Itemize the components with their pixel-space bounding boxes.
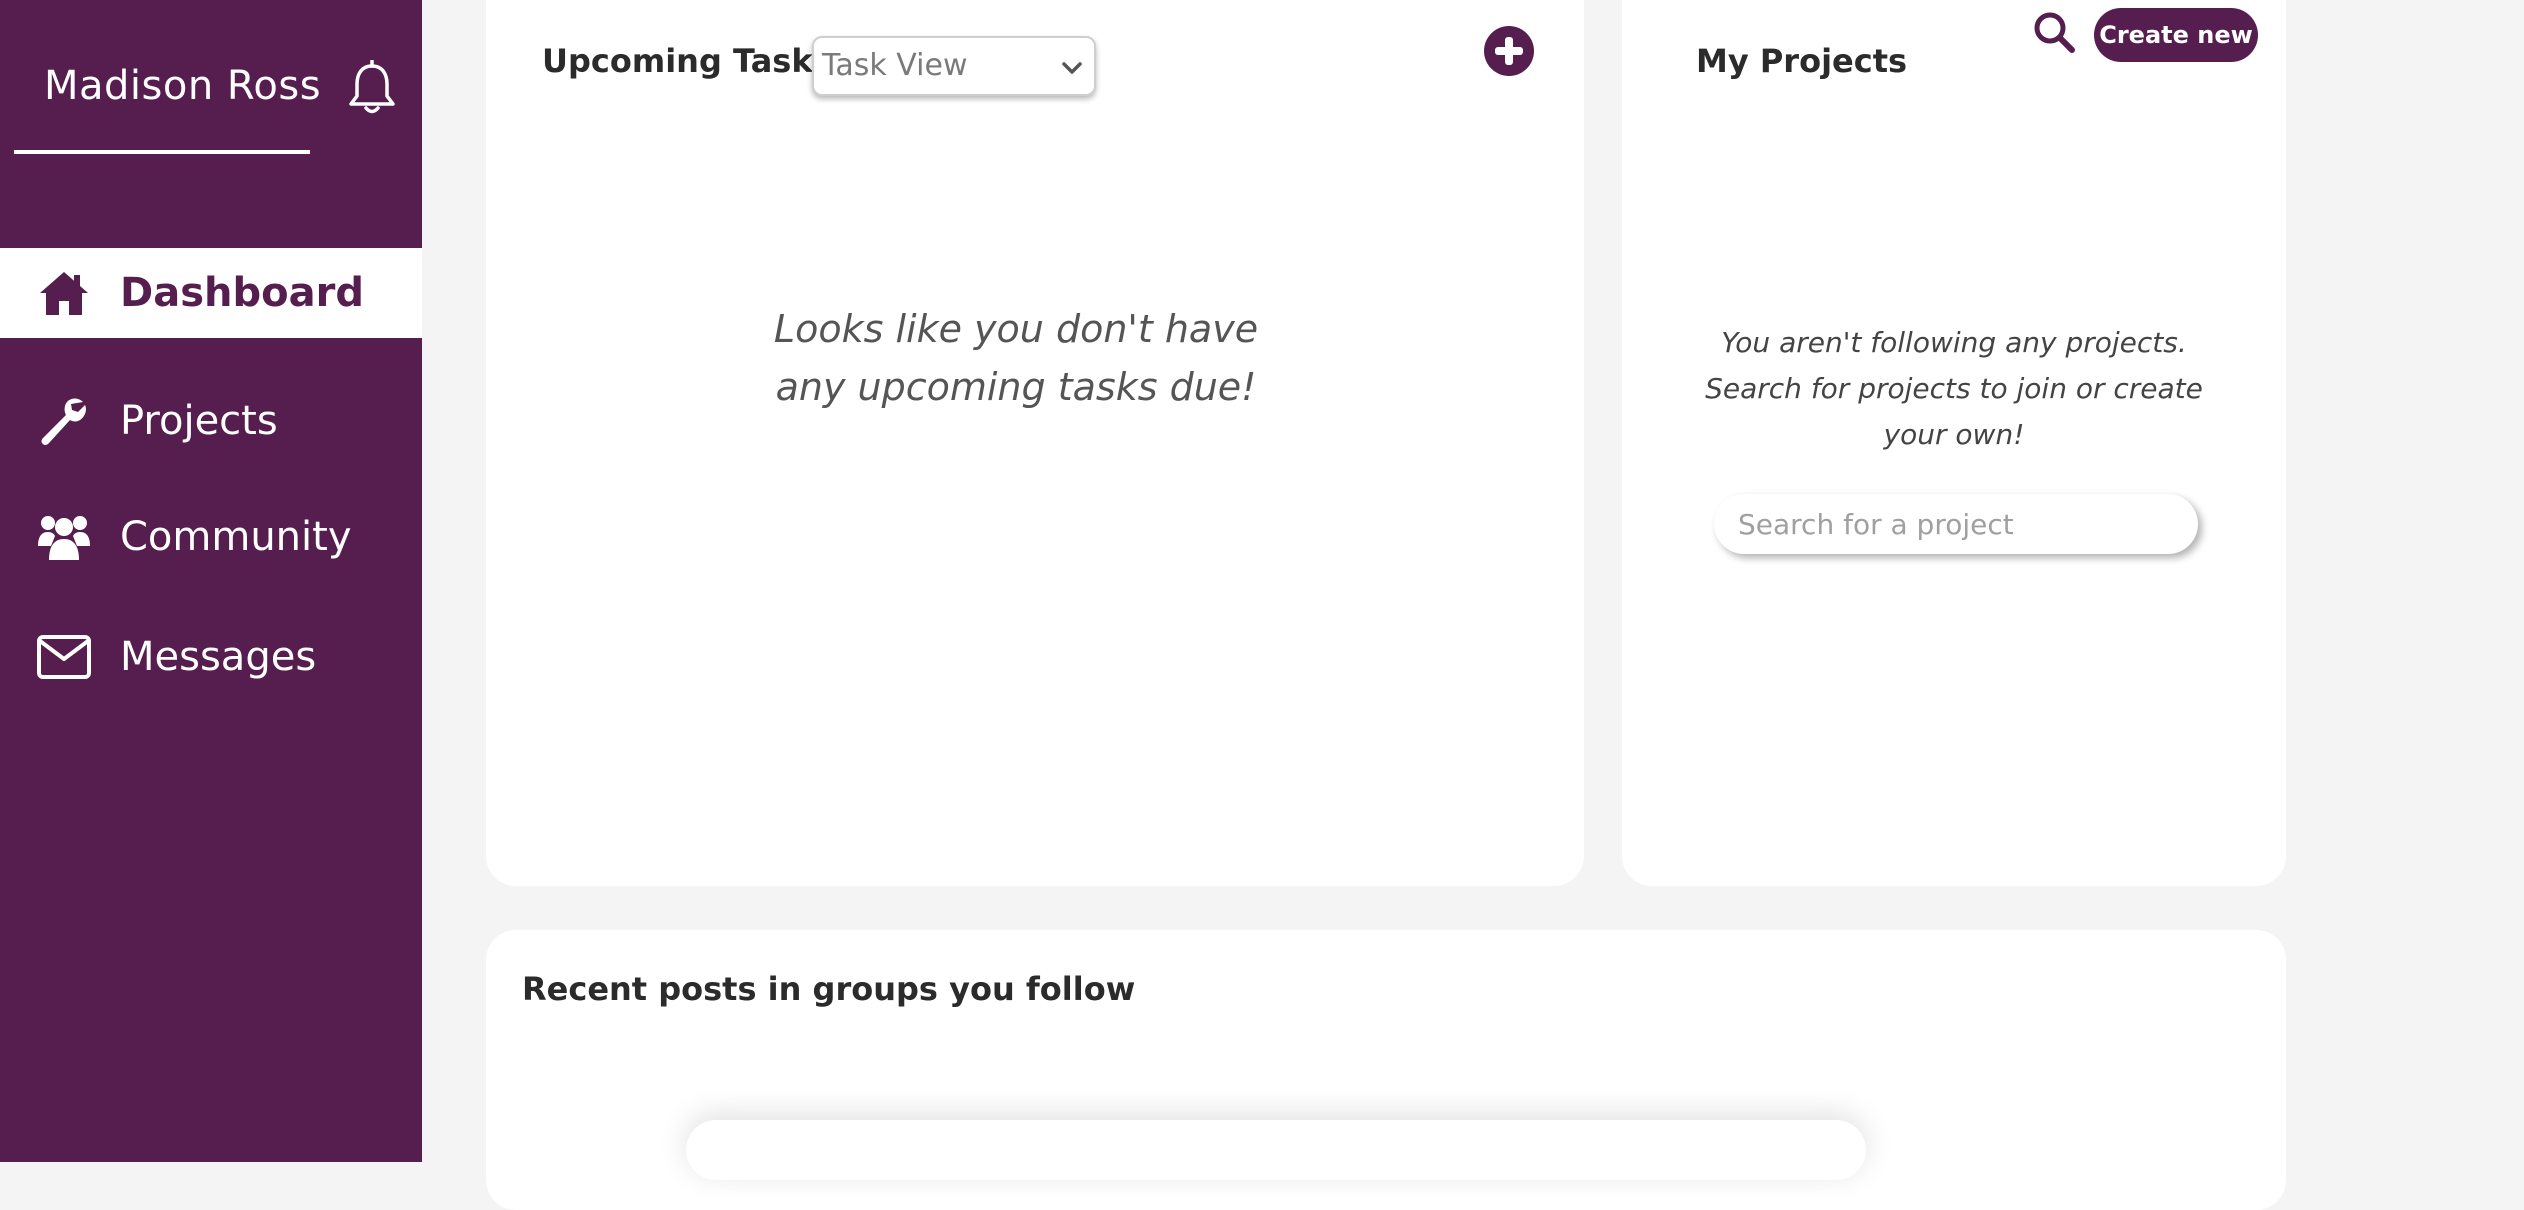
upcoming-tasks-title: Upcoming Tasks [542, 42, 832, 80]
sidebar-item-label: Dashboard [120, 270, 364, 316]
sidebar-item-label: Messages [120, 634, 317, 680]
empty-projects-message: You aren't following any projects. Searc… [1705, 326, 2203, 451]
empty-tasks-message: Looks like you don't have any upcoming t… [773, 307, 1259, 409]
wrench-icon [36, 393, 92, 449]
recent-posts-card: Recent posts in groups you follow [486, 930, 2286, 1210]
users-icon [36, 509, 92, 565]
envelope-icon [36, 629, 92, 685]
project-search-input[interactable] [1714, 494, 2198, 554]
search-icon[interactable] [2032, 10, 2076, 54]
task-view-select-value: Task View [822, 48, 968, 83]
create-new-button[interactable]: Create new [2094, 8, 2258, 62]
my-projects-card: My Projects Create new You aren't follow… [1622, 0, 2286, 886]
sidebar-item-label: Community [120, 514, 352, 560]
chevron-down-icon [1062, 62, 1082, 74]
sidebar-item-label: Projects [120, 398, 278, 444]
upcoming-tasks-card: Upcoming Tasks Task View Looks like you … [486, 0, 1584, 886]
sidebar-item-messages[interactable]: Messages [0, 612, 422, 702]
sidebar: Madison Ross Dashboard Projects Communit… [0, 0, 422, 1162]
bell-icon[interactable] [346, 59, 398, 116]
post-preview [686, 1120, 1866, 1180]
sidebar-item-projects[interactable]: Projects [0, 376, 422, 466]
sidebar-item-community[interactable]: Community [0, 492, 422, 582]
recent-posts-title: Recent posts in groups you follow [522, 970, 1136, 1008]
user-name: Madison Ross [44, 63, 322, 109]
user-name-underline [14, 150, 310, 154]
add-task-button[interactable] [1484, 26, 1534, 76]
home-icon [36, 265, 92, 321]
task-view-select[interactable]: Task View [812, 36, 1096, 96]
my-projects-title: My Projects [1696, 42, 1908, 80]
sidebar-item-dashboard[interactable]: Dashboard [0, 248, 422, 338]
